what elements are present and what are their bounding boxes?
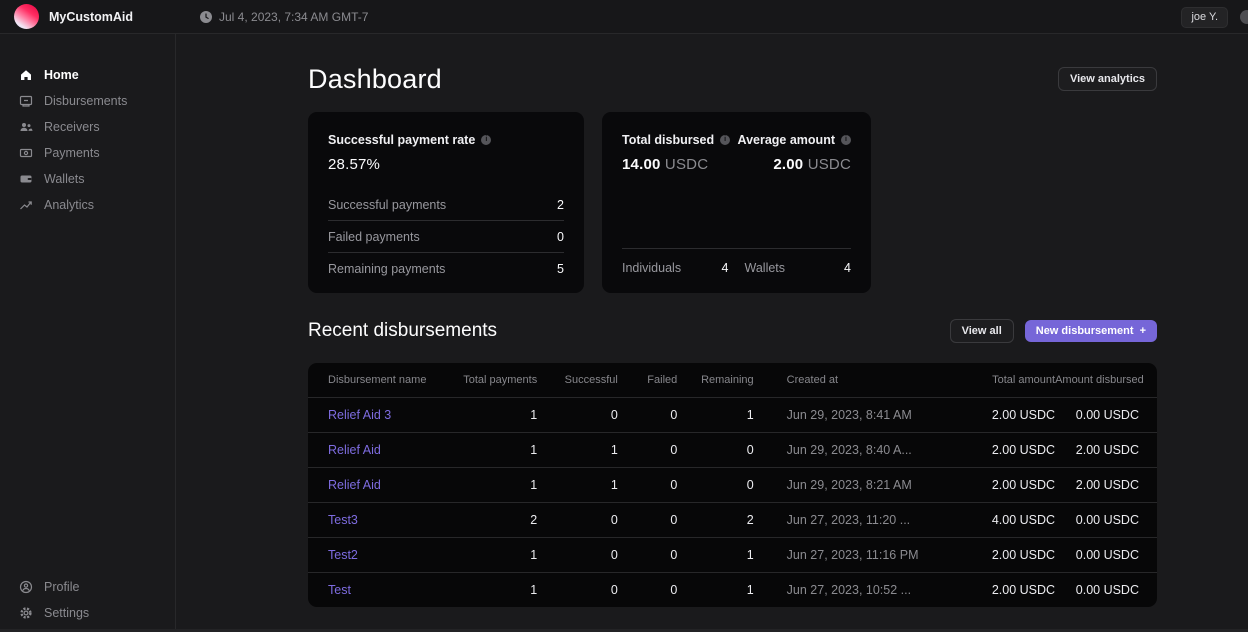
info-icon[interactable]: i (720, 135, 730, 145)
app-logo (14, 4, 39, 29)
sidebar-item-label: Receivers (44, 120, 100, 134)
card-title: Successful payment rate (328, 133, 475, 147)
user-menu-button[interactable]: joe Y. (1181, 7, 1228, 28)
sidebar-item-label: Profile (44, 580, 79, 594)
stat-row-remaining: Remaining payments 5 (328, 253, 564, 285)
sidebar-item-label: Analytics (44, 198, 94, 212)
new-disbursement-button[interactable]: New disbursement+ (1025, 320, 1157, 342)
clock-icon (200, 11, 212, 23)
col-header-failed: Failed (618, 363, 677, 397)
sidebar-spacer (0, 218, 175, 574)
col-header-total-amount: Total amount (953, 363, 1055, 397)
page-title: Dashboard (308, 62, 442, 96)
datetime-label: Jul 4, 2023, 7:34 AM GMT-7 (219, 10, 368, 24)
disbursement-link[interactable]: Relief Aid 3 (328, 408, 391, 422)
sidebar-item-label: Wallets (44, 172, 85, 186)
col-header-remaining: Remaining (677, 363, 753, 397)
card-title: Total disbursed (622, 133, 714, 147)
receivers-icon (19, 120, 33, 134)
main-content: Dashboard View analytics Successful paym… (176, 34, 1248, 632)
analytics-icon (19, 198, 33, 212)
recent-disbursements-title: Recent disbursements (308, 320, 497, 342)
wallets-icon (19, 172, 33, 186)
card-title: Average amount (738, 133, 835, 147)
sidebar-item-label: Disbursements (44, 94, 127, 108)
average-amount-value: 2.00 USDC (738, 156, 851, 173)
col-header-successful: Successful (537, 363, 618, 397)
sidebar-item-settings[interactable]: Settings (0, 600, 175, 626)
sidebar-item-receivers[interactable]: Receivers (0, 114, 175, 140)
sidebar-item-payments[interactable]: Payments (0, 140, 175, 166)
sidebar-item-analytics[interactable]: Analytics (0, 192, 175, 218)
col-header-created-at: Created at (754, 363, 954, 397)
sidebar-item-profile[interactable]: Profile (0, 574, 175, 600)
disbursements-icon (19, 94, 33, 108)
sidebar-item-label: Home (44, 68, 79, 82)
payment-rate-value: 28.57% (328, 156, 564, 173)
table-row[interactable]: Test2 1 0 0 1 Jun 27, 2023, 11:16 PM 2.0… (308, 537, 1157, 572)
profile-icon (19, 580, 33, 594)
stat-row-failed: Failed payments 0 (328, 221, 564, 253)
disbursements-table: Disbursement name Total payments Success… (308, 363, 1157, 607)
sidebar-item-label: Settings (44, 606, 89, 620)
global-datetime: Jul 4, 2023, 7:34 AM GMT-7 (200, 10, 368, 24)
topbar: MyCustomAid Jul 4, 2023, 7:34 AM GMT-7 j… (0, 0, 1248, 34)
disbursement-link[interactable]: Test2 (328, 548, 358, 562)
view-all-button[interactable]: View all (950, 319, 1014, 343)
payment-rate-card: Successful payment rate i 28.57% Success… (308, 112, 584, 293)
info-icon[interactable]: i (481, 135, 491, 145)
sidebar-item-wallets[interactable]: Wallets (0, 166, 175, 192)
col-header-total-payments: Total payments (444, 363, 537, 397)
stat-row-successful: Successful payments 2 (328, 189, 564, 221)
avatar[interactable] (1240, 10, 1248, 24)
home-icon (19, 68, 33, 82)
disbursement-link[interactable]: Test3 (328, 513, 358, 527)
total-disbursed-value: 14.00 USDC (622, 156, 730, 173)
col-header-name: Disbursement name (308, 363, 444, 397)
disbursement-link[interactable]: Relief Aid (328, 443, 381, 457)
table-row[interactable]: Relief Aid 1 1 0 0 Jun 29, 2023, 8:40 A.… (308, 432, 1157, 467)
sidebar-item-home[interactable]: Home (0, 62, 175, 88)
table-header-row: Disbursement name Total payments Success… (308, 363, 1157, 397)
payments-icon (19, 146, 33, 160)
col-header-amount-disbursed: Amount disbursed (1055, 363, 1157, 397)
table-row[interactable]: Test3 2 0 0 2 Jun 27, 2023, 11:20 ... 4.… (308, 502, 1157, 537)
view-analytics-button[interactable]: View analytics (1058, 67, 1157, 91)
disbursement-link[interactable]: Relief Aid (328, 478, 381, 492)
individuals-count: Individuals 4 (622, 261, 729, 275)
info-icon[interactable]: i (841, 135, 851, 145)
app-name: MyCustomAid (49, 10, 133, 24)
disbursement-link[interactable]: Test (328, 583, 351, 597)
sidebar: Home Disbursements Receivers Payments Wa… (0, 34, 176, 632)
sidebar-item-label: Payments (44, 146, 100, 160)
plus-icon: + (1140, 325, 1146, 337)
table-row[interactable]: Test 1 0 0 1 Jun 27, 2023, 10:52 ... 2.0… (308, 572, 1157, 607)
wallets-count: Wallets 4 (745, 261, 852, 275)
table-row[interactable]: Relief Aid 3 1 0 0 1 Jun 29, 2023, 8:41 … (308, 397, 1157, 432)
settings-icon (19, 606, 33, 620)
sidebar-item-disbursements[interactable]: Disbursements (0, 88, 175, 114)
table-row[interactable]: Relief Aid 1 1 0 0 Jun 29, 2023, 8:21 AM… (308, 467, 1157, 502)
total-disbursed-card: Total disbursed i 14.00 USDC Average amo… (602, 112, 871, 293)
